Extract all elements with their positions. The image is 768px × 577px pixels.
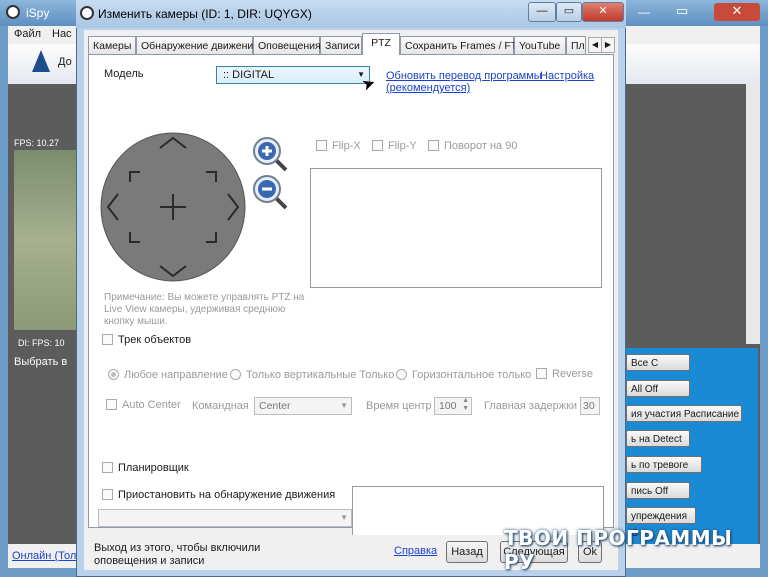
center-time-label: Время центр [366,400,432,412]
add-flask-icon[interactable] [32,50,50,72]
tab-alerts[interactable]: Оповещения [253,36,321,54]
dialog-title: Изменить камеры (ID: 1, DIR: UQYGX) [98,7,312,21]
reverse-checkbox[interactable] [536,368,547,379]
ispy-right-panel: Все С All Off ия участия Расписание ь на… [626,348,758,544]
scheduler-label: Планировщик [118,462,189,474]
right-btn-alarm[interactable]: ь по тревоге [626,456,702,473]
tab-motion-detection[interactable]: Обнаружение движения [136,36,259,54]
model-label: Модель [104,68,144,80]
tab-save-frames-ftp[interactable]: Сохранить Frames / FTP [400,36,524,54]
any-direction-label: Любое направление [124,369,228,381]
maximize-icon[interactable]: ▭ [676,3,688,19]
vertical-only-label: Только вертикальные Только [246,369,395,381]
track-objects-checkbox[interactable] [102,334,113,345]
cam-fps-bottom: DI: FPS: 10 [18,338,65,348]
center-time-value: 100 [439,400,457,412]
ptz-commands-list[interactable] [310,168,602,288]
right-btn-schedule[interactable]: ия участия Расписание [626,405,742,422]
update-translation-link-recommended[interactable]: (рекомендуется) [386,82,470,94]
ptz-note-line2: Live View камеры, удерживая среднюю [104,304,286,315]
footer-note-line1: Выход из этого, чтобы включили [94,542,261,554]
dialog-minimize-icon[interactable]: — [528,2,556,22]
rotate-90-label: Поворот на 90 [444,140,518,152]
dialog-titlebar: Изменить камеры (ID: 1, DIR: UQYGX) — ▭ … [76,0,626,28]
dialog-close-icon[interactable]: ✕ [582,2,624,22]
tab-scheduler-partial[interactable]: Пл [566,36,586,54]
update-translation-link[interactable]: Обновить перевод программы [386,70,542,82]
model-select-value: :: DIGITAL [223,69,275,81]
any-direction-radio[interactable] [108,369,119,380]
footer-note-line2: оповещения и записи [94,555,205,567]
tab-scroll-left-icon[interactable]: ◀ [588,37,602,53]
right-btn-all-off[interactable]: All Off [626,380,690,397]
status-online-link[interactable]: Онлайн (Тол [12,550,76,562]
ispy-title: iSpy [26,6,50,20]
pause-motion-select[interactable]: ▼ [98,509,352,527]
ispy-logo-icon [6,5,20,19]
toolbar-add-label[interactable]: До [58,56,72,68]
flip-y-label: Flip-Y [388,140,417,152]
auto-center-checkbox[interactable] [106,399,117,410]
rotate-90-checkbox[interactable] [428,140,439,151]
watermark-text: ТВОИ ПРОГРАММЫ РУ [504,526,733,574]
flip-y-checkbox[interactable] [372,140,383,151]
cam-fps-top: FPS: 10.27 [14,138,60,148]
camera-preview[interactable] [14,150,76,330]
tab-cameras[interactable]: Камеры [88,36,136,54]
dialog-logo-icon [80,6,94,20]
right-btn-alerts[interactable]: упреждения С [626,507,696,539]
help-link[interactable]: Справка [394,545,437,557]
stepper-arrows-icon[interactable]: ▲ ▼ [462,397,469,413]
command-select[interactable]: Center ▼ [254,397,352,415]
track-objects-label: Трек объектов [118,334,192,346]
scheduler-checkbox[interactable] [102,462,113,473]
pause-motion-label: Приостановить на обнаружение движения [118,489,336,501]
zoom-in-icon[interactable] [252,136,290,174]
right-btn-all-on[interactable]: Все С [626,354,690,371]
tab-scroll-right-icon[interactable]: ▶ [601,37,615,53]
zoom-out-icon[interactable] [252,174,290,212]
menu-settings[interactable]: Нас [52,28,72,40]
command-label: Командная [192,400,249,412]
cam-select-text[interactable]: Выбрать в [14,356,67,368]
horizontal-only-label: Горизонтальное только [412,369,532,381]
reverse-label: Reverse [552,368,593,380]
command-chevron-down-icon: ▼ [340,401,348,410]
auto-center-label: Auto Center [122,399,181,411]
minimize-icon[interactable]: — [638,5,650,19]
right-btn-record-off[interactable]: пись Off [626,482,690,499]
tab-recording[interactable]: Записи [320,36,362,54]
pause-motion-checkbox[interactable] [102,489,113,500]
ptz-panel [88,54,614,528]
ptz-note-line3: кнопку мыши. [104,316,168,327]
menu-file[interactable]: Файл [14,28,41,40]
main-delay-label: Главная задержки [484,400,578,412]
close-icon[interactable]: ✕ [714,3,760,21]
flip-x-checkbox[interactable] [316,140,327,151]
tab-youtube[interactable]: YouTube [514,36,566,54]
vertical-only-radio[interactable] [230,369,241,380]
right-btn-detect[interactable]: ь на Detect [626,430,690,447]
pause-chevron-down-icon: ▼ [340,513,348,522]
center-time-stepper[interactable]: 100 ▲ ▼ [434,397,472,415]
main-delay-value: 30 [583,400,595,412]
command-select-value: Center [259,400,291,412]
model-select[interactable]: :: DIGITAL ▼ [216,66,370,84]
horizontal-only-radio[interactable] [396,369,407,380]
ispy-scrollbar[interactable] [746,84,760,344]
ptz-note-line1: Примечание: Вы можете управлять PTZ на [104,292,305,303]
main-delay-input[interactable]: 30 [580,397,600,415]
dialog-maximize-icon[interactable]: ▭ [556,2,582,22]
settings-link[interactable]: Настройка [540,70,594,82]
back-button[interactable]: Назад [446,541,488,563]
ptz-joystick[interactable] [100,132,246,282]
flip-x-label: Flip-X [332,140,361,152]
tab-ptz[interactable]: PTZ [362,33,400,55]
